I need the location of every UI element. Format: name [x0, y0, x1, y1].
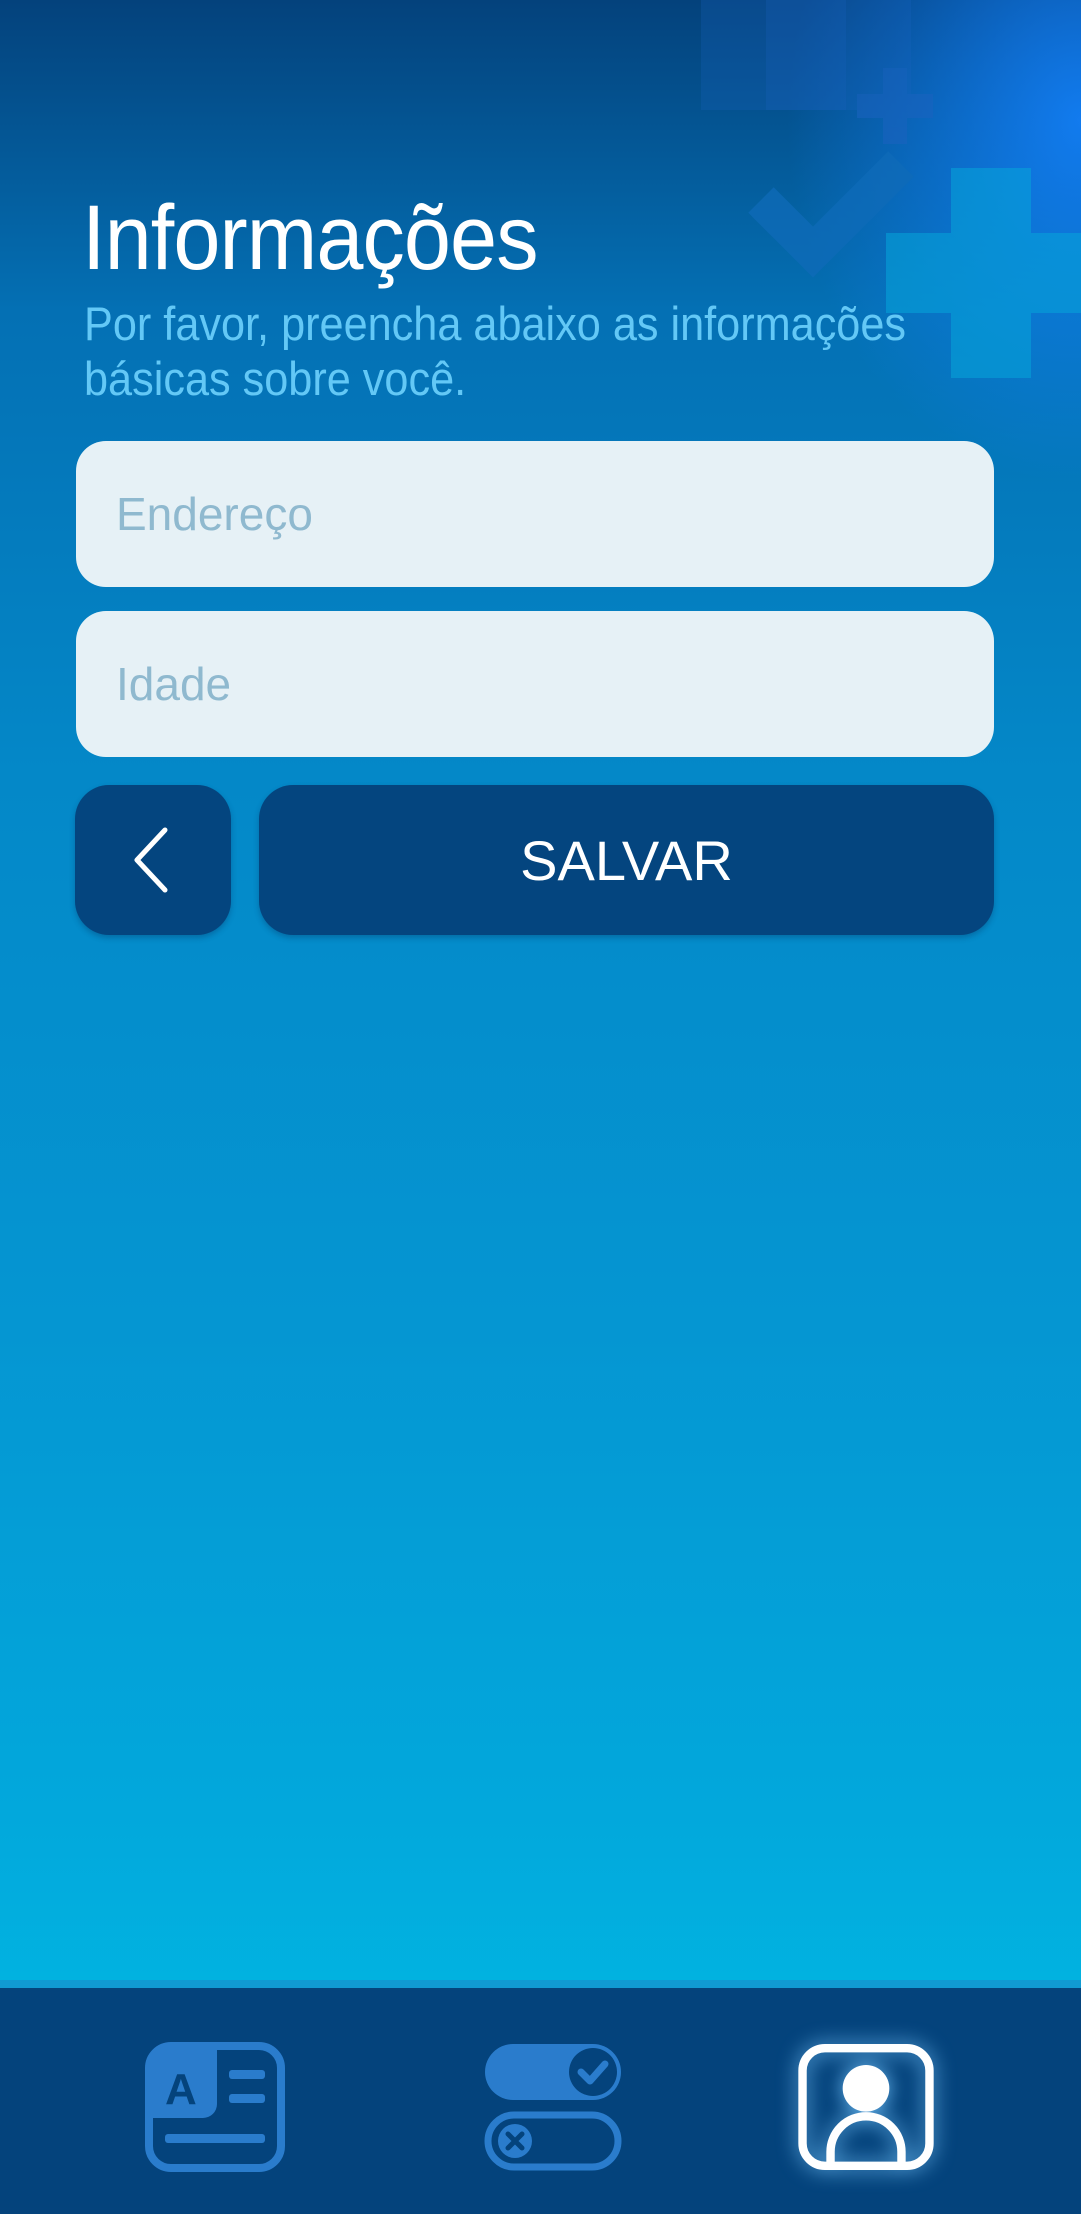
nav-item-toggles[interactable] [483, 2042, 623, 2172]
document-card-icon: A [145, 2042, 285, 2172]
back-button[interactable] [75, 785, 231, 935]
age-field[interactable] [76, 611, 994, 757]
nav-item-profile[interactable] [796, 2042, 936, 2172]
profile-icon [798, 2044, 934, 2170]
toggles-icon [484, 2044, 622, 2171]
bottom-nav: A [0, 1980, 1081, 2214]
page-title: Informações [82, 187, 539, 289]
svg-text:A: A [165, 2065, 197, 2114]
chevron-left-icon [134, 827, 168, 893]
save-button[interactable]: SALVAR [259, 785, 994, 935]
address-field[interactable] [76, 441, 994, 587]
app-screen: Informações Por favor, preencha abaixo a… [0, 0, 1081, 2214]
page-subtitle: Por favor, preencha abaixo as informaçõe… [84, 297, 907, 405]
nav-item-documents[interactable]: A [145, 2042, 285, 2172]
